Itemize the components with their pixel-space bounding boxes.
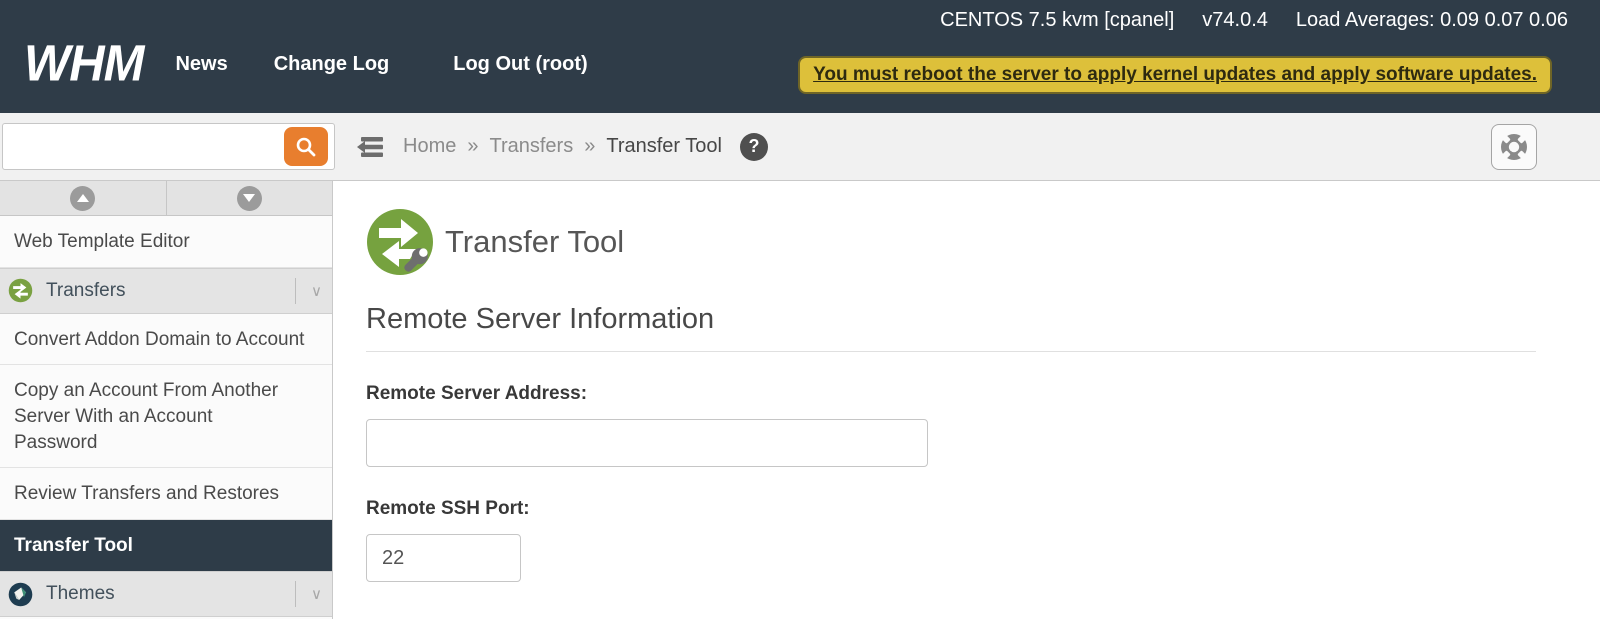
search-icon (295, 136, 317, 158)
whm-logo[interactable]: WHM (24, 39, 143, 90)
collapse-sidebar-icon (347, 133, 387, 161)
sidebar-item-label: Copy an Account From Another Server With… (14, 380, 278, 452)
breadcrumb-separator: » (584, 135, 595, 158)
transfer-tool-icon (366, 208, 434, 276)
nav-log-out[interactable]: Log Out (root) (453, 53, 587, 76)
server-status-version: v74.0.4 (1202, 9, 1268, 32)
sidebar-item-transfer-tool[interactable]: Transfer Tool (0, 520, 332, 572)
server-status: CENTOS 7.5 kvm [cpanel] v74.0.4 Load Ave… (940, 9, 1568, 32)
support-button[interactable] (1491, 124, 1537, 170)
scroll-up-icon (70, 186, 95, 211)
chevron-down-icon: ∨ (295, 278, 322, 304)
sidebar-item-label: Web Template Editor (14, 231, 190, 252)
reboot-warning-link[interactable]: You must reboot the server to apply kern… (813, 64, 1537, 85)
breadcrumb-bar: Home » Transfers » Transfer Tool ? (0, 113, 1600, 181)
sidebar-scroll-down-button[interactable] (167, 181, 333, 215)
nav-change-log[interactable]: Change Log (274, 53, 390, 76)
transfers-icon (8, 278, 33, 303)
sidebar: Web Template Editor Transfers ∨ Convert … (0, 181, 333, 619)
breadcrumb-current: Transfer Tool (606, 135, 722, 158)
sidebar-item-review-transfers[interactable]: Review Transfers and Restores (0, 468, 332, 520)
sidebar-group-transfers[interactable]: Transfers ∨ (0, 268, 332, 314)
sidebar-group-label: Transfers (46, 280, 126, 302)
server-status-load: Load Averages: 0.09 0.07 0.06 (1296, 9, 1568, 32)
themes-icon (8, 582, 33, 607)
sidebar-search (2, 123, 335, 170)
sidebar-group-themes[interactable]: Themes ∨ (0, 571, 332, 617)
page-title: Transfer Tool (445, 224, 624, 260)
section-title: Remote Server Information (366, 303, 1536, 352)
breadcrumb-transfers[interactable]: Transfers (489, 135, 573, 158)
sidebar-item-label: Convert Addon Domain to Account (14, 329, 304, 350)
main-panel: Transfer Tool Remote Server Information … (333, 181, 1600, 619)
sidebar-item-copy-account[interactable]: Copy an Account From Another Server With… (0, 365, 332, 468)
collapse-sidebar-button[interactable] (347, 133, 387, 161)
page-title-row: Transfer Tool (366, 208, 1536, 276)
breadcrumb-home[interactable]: Home (403, 135, 456, 158)
breadcrumb-separator: » (467, 135, 478, 158)
top-header: CENTOS 7.5 kvm [cpanel] v74.0.4 Load Ave… (0, 0, 1600, 113)
reboot-warning-banner[interactable]: You must reboot the server to apply kern… (798, 56, 1552, 94)
life-ring-icon (1498, 131, 1530, 163)
search-button[interactable] (284, 127, 328, 166)
sidebar-scroll-up-button[interactable] (0, 181, 167, 215)
sidebar-item-convert-addon-domain[interactable]: Convert Addon Domain to Account (0, 314, 332, 366)
scroll-down-icon (237, 186, 262, 211)
remote-server-address-input[interactable] (366, 419, 928, 467)
server-status-system: CENTOS 7.5 kvm [cpanel] (940, 9, 1174, 32)
sidebar-group-label: Themes (46, 583, 115, 605)
sidebar-scroll-controls (0, 181, 332, 216)
remote-ssh-port-input[interactable] (366, 534, 521, 582)
nav-news[interactable]: News (175, 53, 227, 76)
sidebar-item-web-template-editor[interactable]: Web Template Editor (0, 216, 332, 268)
sidebar-item-label: Transfer Tool (14, 535, 133, 556)
chevron-down-icon: ∨ (295, 581, 322, 607)
main-nav: WHM News Change Log Log Out (root) (24, 40, 634, 89)
breadcrumb: Home » Transfers » Transfer Tool ? (403, 133, 768, 161)
remote-server-address-label: Remote Server Address: (366, 383, 1536, 405)
remote-ssh-port-label: Remote SSH Port: (366, 498, 1536, 520)
content: Web Template Editor Transfers ∨ Convert … (0, 181, 1600, 619)
help-icon[interactable]: ? (740, 133, 768, 161)
sidebar-item-label: Review Transfers and Restores (14, 483, 279, 504)
